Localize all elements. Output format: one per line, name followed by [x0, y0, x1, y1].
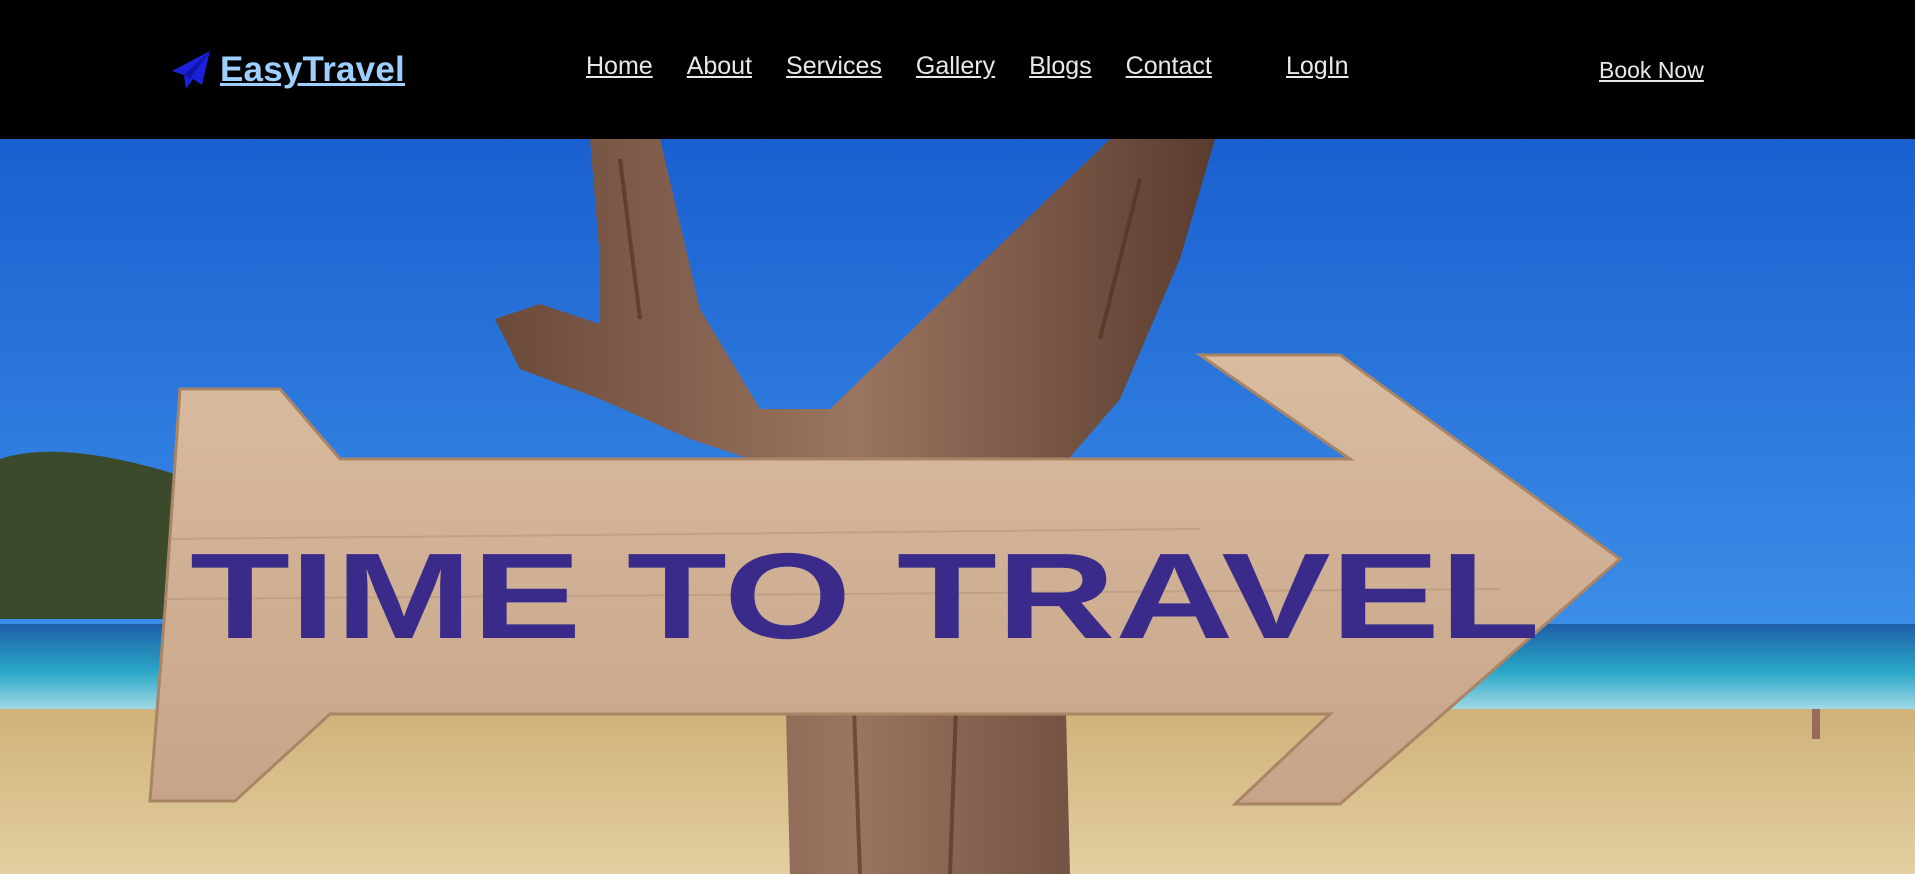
hero-image: TIME TO TRAVEL — [0, 139, 1915, 874]
sign-text: TIME TO TRAVEL — [190, 528, 1540, 664]
nav-blogs-link[interactable]: Blogs — [1029, 52, 1092, 81]
top-navbar: EasyTravel Home About Services Gallery B… — [0, 0, 1915, 139]
book-now-link[interactable]: Book Now — [1599, 57, 1704, 84]
nav-services-link[interactable]: Services — [786, 52, 882, 81]
hill — [0, 451, 175, 619]
brand-logo-link[interactable]: EasyTravel — [170, 46, 405, 94]
login-link[interactable]: LogIn — [1286, 52, 1349, 81]
nav-contact-link[interactable]: Contact — [1126, 52, 1212, 81]
main-nav: Home About Services Gallery Blogs Contac… — [586, 52, 1212, 81]
nav-home-link[interactable]: Home — [586, 52, 653, 81]
paper-plane-icon — [170, 49, 212, 91]
beach-person — [1812, 709, 1820, 739]
brand-name: EasyTravel — [220, 50, 405, 89]
nav-gallery-link[interactable]: Gallery — [916, 52, 995, 81]
hero-illustration: TIME TO TRAVEL — [0, 139, 1915, 874]
nav-about-link[interactable]: About — [687, 52, 752, 81]
